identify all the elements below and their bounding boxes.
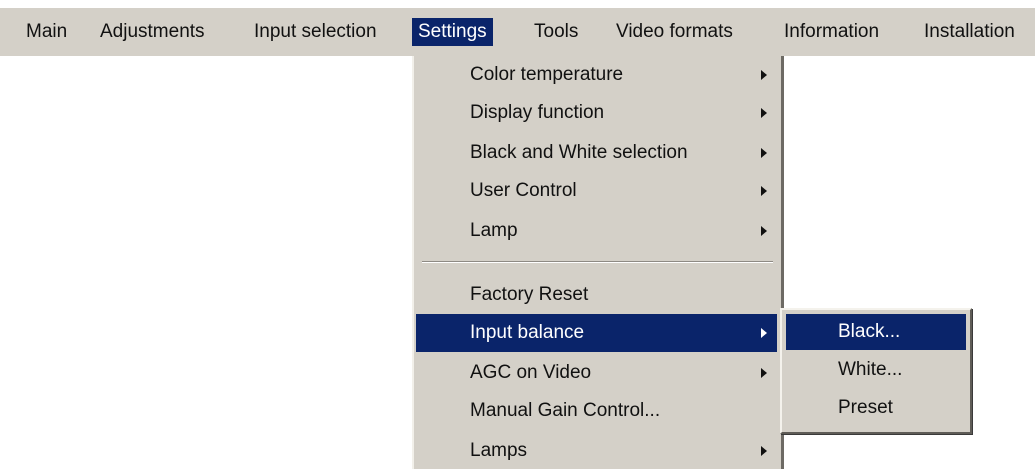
menu-item-color-temperature[interactable]: Color temperature <box>414 56 781 94</box>
menu-bar: Main Adjustments Input selection Setting… <box>0 8 1035 56</box>
triangle-right-icon <box>761 70 767 80</box>
input-balance-submenu: Black... White... Preset <box>780 308 972 434</box>
menu-item-manual-gain-control[interactable]: Manual Gain Control... <box>414 392 781 430</box>
menu-item-black-and-white-selection[interactable]: Black and White selection <box>414 134 781 172</box>
menu-item-label: Black and White selection <box>470 142 688 163</box>
triangle-right-icon <box>761 148 767 158</box>
menu-settings[interactable]: Settings <box>412 18 493 46</box>
menu-item-label: AGC on Video <box>470 362 592 383</box>
menu-video-formats[interactable]: Video formats <box>610 18 739 46</box>
menu-item-label: Input balance <box>470 322 585 343</box>
triangle-right-icon <box>761 446 767 456</box>
menu-item-label: Lamp <box>470 220 518 241</box>
submenu-item-label: Preset <box>838 397 893 418</box>
menu-item-label: Factory Reset <box>470 284 589 305</box>
menu-item-input-balance[interactable]: Input balance <box>416 314 777 352</box>
triangle-right-icon <box>761 108 767 118</box>
menu-item-label: User Control <box>470 180 577 201</box>
menu-item-factory-reset[interactable]: Factory Reset <box>414 276 781 314</box>
submenu-item-label: Black... <box>838 321 901 342</box>
settings-dropdown: Color temperature Display function Black… <box>412 56 784 469</box>
menu-item-label: Color temperature <box>470 64 624 85</box>
menu-separator <box>422 261 773 263</box>
menu-item-agc-on-video[interactable]: AGC on Video <box>414 354 781 392</box>
submenu-item-white[interactable]: White... <box>786 352 966 388</box>
menu-information[interactable]: Information <box>778 18 885 46</box>
submenu-item-black[interactable]: Black... <box>786 314 966 350</box>
menu-tools[interactable]: Tools <box>528 18 584 46</box>
triangle-right-icon <box>761 328 767 338</box>
menu-item-lamps[interactable]: Lamps <box>414 432 781 470</box>
menu-item-label: Display function <box>470 102 605 123</box>
submenu-item-preset[interactable]: Preset <box>786 390 966 426</box>
menu-main[interactable]: Main <box>20 18 73 46</box>
triangle-right-icon <box>761 368 767 378</box>
menu-installation[interactable]: Installation <box>918 18 1021 46</box>
submenu-item-label: White... <box>838 359 903 380</box>
menu-item-user-control[interactable]: User Control <box>414 172 781 210</box>
menu-item-label: Manual Gain Control... <box>470 400 661 421</box>
menu-item-lamp[interactable]: Lamp <box>414 212 781 250</box>
menu-input-selection[interactable]: Input selection <box>248 18 383 46</box>
menu-item-display-function[interactable]: Display function <box>414 94 781 132</box>
menu-item-label: Lamps <box>470 440 528 461</box>
triangle-right-icon <box>761 226 767 236</box>
triangle-right-icon <box>761 186 767 196</box>
menu-adjustments[interactable]: Adjustments <box>94 18 211 46</box>
